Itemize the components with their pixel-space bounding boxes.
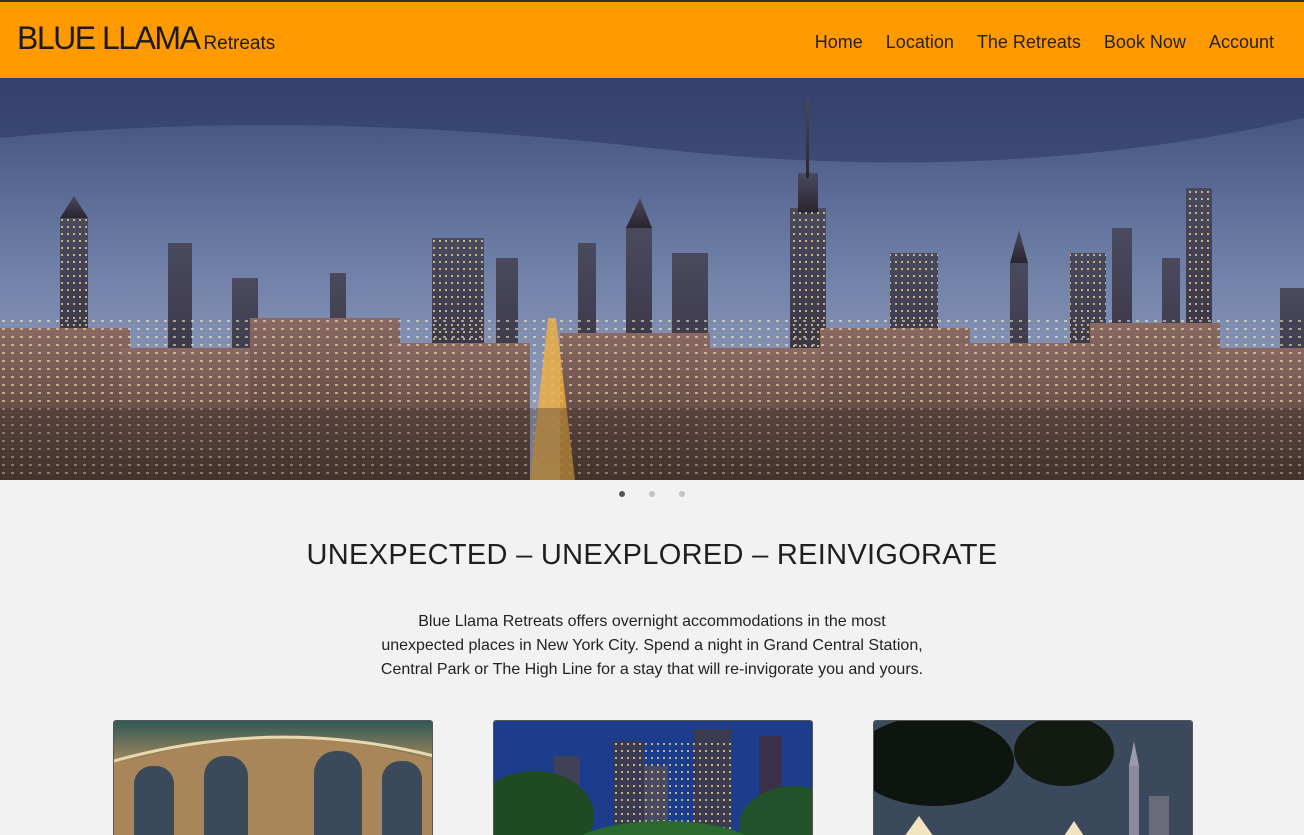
brand-name: BLUE LLAMA: [17, 20, 201, 56]
nav-book-now[interactable]: Book Now: [1104, 32, 1186, 53]
carousel-dot-3[interactable]: [679, 491, 685, 497]
intro-line-3: Central Park or The High Line for a stay…: [380, 661, 924, 678]
carousel-indicators: [0, 491, 1304, 497]
retreat-card-grand-central[interactable]: [113, 720, 433, 835]
carousel-dot-2[interactable]: [649, 491, 655, 497]
nav-home[interactable]: Home: [815, 32, 863, 53]
retreat-card-central-park[interactable]: [493, 720, 813, 835]
nav-location[interactable]: Location: [886, 32, 954, 53]
retreat-card-high-line[interactable]: [873, 720, 1193, 835]
high-line-image: [874, 721, 1192, 835]
navbar: BLUE LLAMA Retreats Home Location The Re…: [0, 2, 1304, 78]
city-skyline-image: [0, 78, 1304, 480]
carousel-dot-1[interactable]: [619, 491, 625, 497]
hero-carousel-slide[interactable]: [0, 78, 1304, 480]
intro-paragraph: Blue Llama Retreats offers overnight acc…: [372, 610, 932, 682]
nav-account[interactable]: Account: [1209, 32, 1274, 53]
brand-tagline: Retreats: [203, 33, 276, 54]
grand-central-image: [114, 721, 432, 835]
page-headline: UNEXPECTED – UNEXPLORED – REINVIGORATE: [306, 539, 998, 571]
brand-logo[interactable]: BLUE LLAMA Retreats: [17, 20, 275, 57]
nav-the-retreats[interactable]: The Retreats: [977, 32, 1081, 53]
intro-line-1: Blue Llama Retreats offers overnight acc…: [418, 613, 886, 630]
main-nav: Home Location The Retreats Book Now Acco…: [792, 32, 1274, 53]
central-park-image: [494, 721, 812, 835]
intro-line-2: unexpected places in New York City. Spen…: [381, 637, 923, 654]
